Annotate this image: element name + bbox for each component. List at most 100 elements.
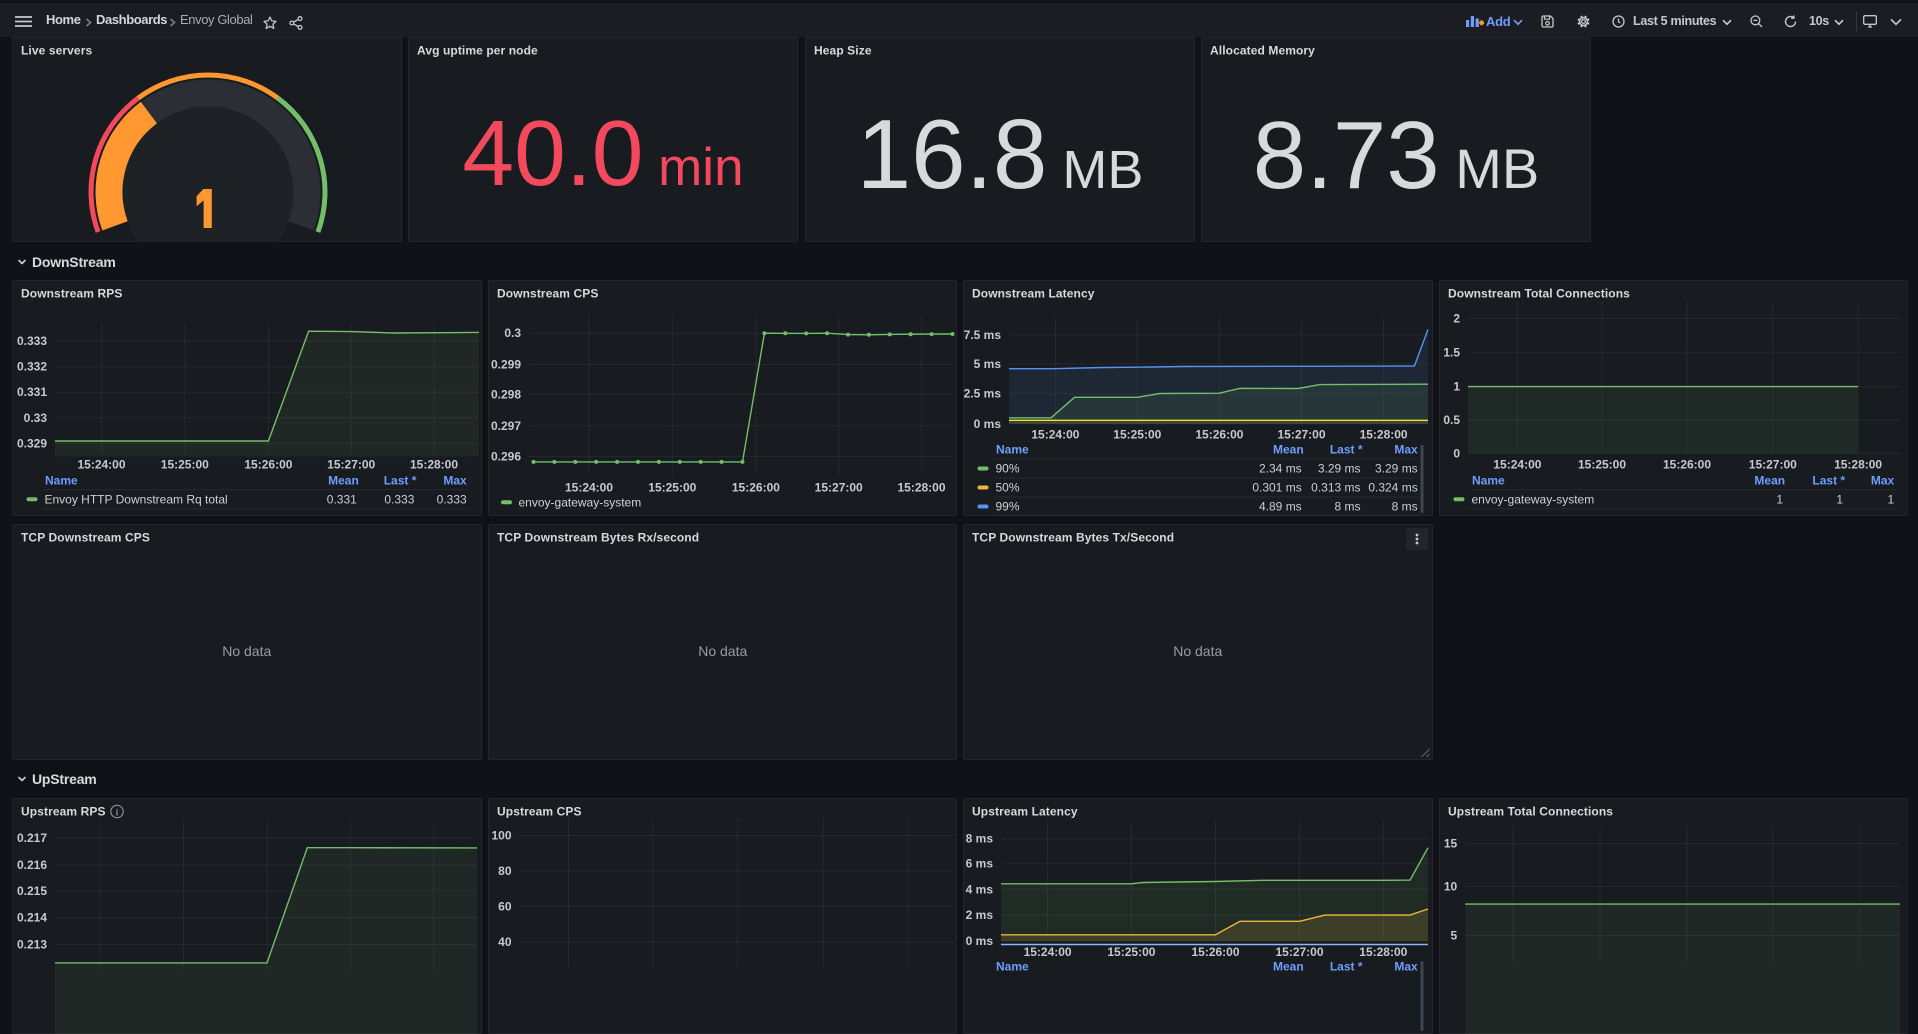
svg-text:Avg uptime per node: Avg uptime per node (417, 44, 538, 58)
svg-text:3.29 ms: 3.29 ms (1318, 461, 1361, 475)
svg-text:Upstream RPS: Upstream RPS (21, 804, 106, 818)
svg-text:0.214: 0.214 (17, 910, 47, 924)
svg-text:Mean: Mean (1754, 473, 1785, 487)
svg-text:Last *: Last * (1812, 473, 1845, 487)
svg-text:0.298: 0.298 (490, 387, 520, 401)
svg-text:0.313 ms: 0.313 ms (1311, 480, 1360, 494)
svg-text:Mean: Mean (1273, 959, 1304, 973)
svg-text:Live servers: Live servers (21, 44, 92, 58)
svg-text:Max: Max (1394, 959, 1418, 973)
svg-text:Downstream Total Connections: Downstream Total Connections (1448, 286, 1630, 300)
svg-text:50%: 50% (996, 480, 1020, 494)
svg-text:1: 1 (1887, 492, 1894, 506)
svg-text:TCP Downstream Bytes Rx/second: TCP Downstream Bytes Rx/second (497, 531, 699, 545)
svg-text:0.333: 0.333 (437, 492, 467, 506)
svg-text:0.297: 0.297 (490, 418, 520, 432)
svg-text:4.89 ms: 4.89 ms (1259, 499, 1302, 513)
svg-text:3.29 ms: 3.29 ms (1375, 461, 1418, 475)
svg-text:100: 100 (491, 828, 511, 842)
svg-text:8 ms: 8 ms (1334, 499, 1360, 513)
svg-text:1.5: 1.5 (1443, 345, 1460, 359)
svg-text:Name: Name (45, 473, 78, 487)
svg-text:1: 1 (1453, 379, 1460, 393)
svg-text:Name: Name (996, 959, 1029, 973)
svg-text:0.296: 0.296 (490, 449, 520, 463)
svg-text:0.329: 0.329 (17, 436, 47, 450)
svg-text:2.34 ms: 2.34 ms (1259, 461, 1302, 475)
svg-text:Last *: Last * (1330, 442, 1363, 456)
svg-text:Name: Name (1472, 473, 1505, 487)
svg-text:1: 1 (1836, 492, 1843, 506)
svg-text:0.301 ms: 0.301 ms (1252, 480, 1301, 494)
svg-text:40.0 min: 40.0 min (463, 101, 744, 205)
svg-text:0.333: 0.333 (17, 334, 47, 348)
svg-text:Upstream Total Connections: Upstream Total Connections (1448, 804, 1613, 818)
svg-text:Name: Name (996, 442, 1029, 456)
svg-text:Max: Max (1870, 473, 1894, 487)
svg-text:15:25:00: 15:25:00 (1577, 457, 1625, 471)
svg-text:7.5 ms: 7.5 ms (964, 327, 1002, 341)
svg-text:15:25:00: 15:25:00 (161, 457, 209, 471)
svg-text:No data: No data (698, 643, 747, 659)
svg-text:15:26:00: 15:26:00 (1662, 457, 1710, 471)
svg-text:15:24:00: 15:24:00 (564, 480, 612, 494)
svg-text:Upstream Latency: Upstream Latency (972, 804, 1078, 818)
svg-text:10: 10 (1443, 879, 1457, 893)
svg-text:Downstream CPS: Downstream CPS (497, 286, 598, 300)
svg-text:No data: No data (1173, 643, 1222, 659)
svg-text:8.73 MB: 8.73 MB (1253, 102, 1539, 209)
svg-text:1: 1 (1776, 492, 1783, 506)
svg-text:8 ms: 8 ms (966, 831, 994, 845)
svg-text:15:28:00: 15:28:00 (1359, 944, 1407, 958)
svg-text:Last *: Last * (1330, 959, 1363, 973)
svg-text:5: 5 (1450, 928, 1457, 942)
svg-text:Allocated Memory: Allocated Memory (1210, 44, 1315, 58)
svg-text:0.299: 0.299 (490, 357, 520, 371)
svg-text:0: 0 (1453, 446, 1460, 460)
svg-text:15:26:00: 15:26:00 (1191, 944, 1239, 958)
svg-text:0.333: 0.333 (384, 492, 414, 506)
svg-text:15: 15 (1443, 836, 1457, 850)
svg-text:0.324 ms: 0.324 ms (1368, 480, 1417, 494)
svg-text:0.33: 0.33 (24, 410, 48, 424)
svg-text:15:28:00: 15:28:00 (410, 457, 458, 471)
svg-text:15:27:00: 15:27:00 (1275, 944, 1323, 958)
svg-text:Mean: Mean (328, 473, 359, 487)
svg-text:envoy-gateway-system: envoy-gateway-system (518, 495, 641, 509)
svg-text:15:26:00: 15:26:00 (731, 480, 779, 494)
svg-text:15:28:00: 15:28:00 (1360, 427, 1408, 441)
svg-text:0.215: 0.215 (17, 884, 47, 898)
svg-text:TCP Downstream Bytes Tx/Second: TCP Downstream Bytes Tx/Second (972, 531, 1174, 545)
svg-text:15:25:00: 15:25:00 (648, 480, 696, 494)
svg-text:90%: 90% (996, 461, 1020, 475)
svg-text:15:26:00: 15:26:00 (1195, 427, 1243, 441)
svg-text:4 ms: 4 ms (966, 882, 994, 896)
svg-text:15:27:00: 15:27:00 (327, 457, 375, 471)
svg-text:No data: No data (222, 643, 271, 659)
svg-text:Last *: Last * (384, 473, 417, 487)
svg-text:15:25:00: 15:25:00 (1107, 944, 1155, 958)
svg-text:Max: Max (1394, 442, 1418, 456)
svg-text:0.3: 0.3 (504, 326, 521, 340)
svg-text:15:27:00: 15:27:00 (814, 480, 862, 494)
svg-text:i: i (116, 807, 119, 817)
svg-text:2 ms: 2 ms (966, 908, 994, 922)
svg-text:0.213: 0.213 (17, 937, 47, 951)
svg-text:Max: Max (443, 473, 467, 487)
svg-text:15:28:00: 15:28:00 (897, 480, 945, 494)
svg-text:2: 2 (1453, 311, 1460, 325)
svg-text:2.5 ms: 2.5 ms (964, 386, 1002, 400)
svg-text:Envoy HTTP Downstream Rq total: Envoy HTTP Downstream Rq total (45, 492, 228, 506)
svg-text:Downstream Latency: Downstream Latency (972, 286, 1095, 300)
svg-text:0.5: 0.5 (1443, 413, 1460, 427)
svg-text:60: 60 (498, 899, 512, 913)
svg-text:15:27:00: 15:27:00 (1277, 427, 1325, 441)
svg-text:Downstream RPS: Downstream RPS (21, 286, 122, 300)
svg-text:15:25:00: 15:25:00 (1113, 427, 1161, 441)
svg-text:15:27:00: 15:27:00 (1748, 457, 1796, 471)
svg-text:15:24:00: 15:24:00 (1493, 457, 1541, 471)
svg-text:envoy-gateway-system: envoy-gateway-system (1471, 492, 1594, 506)
svg-text:15:24:00: 15:24:00 (1024, 944, 1072, 958)
svg-text:0.331: 0.331 (17, 385, 47, 399)
svg-text:15:24:00: 15:24:00 (1031, 427, 1079, 441)
